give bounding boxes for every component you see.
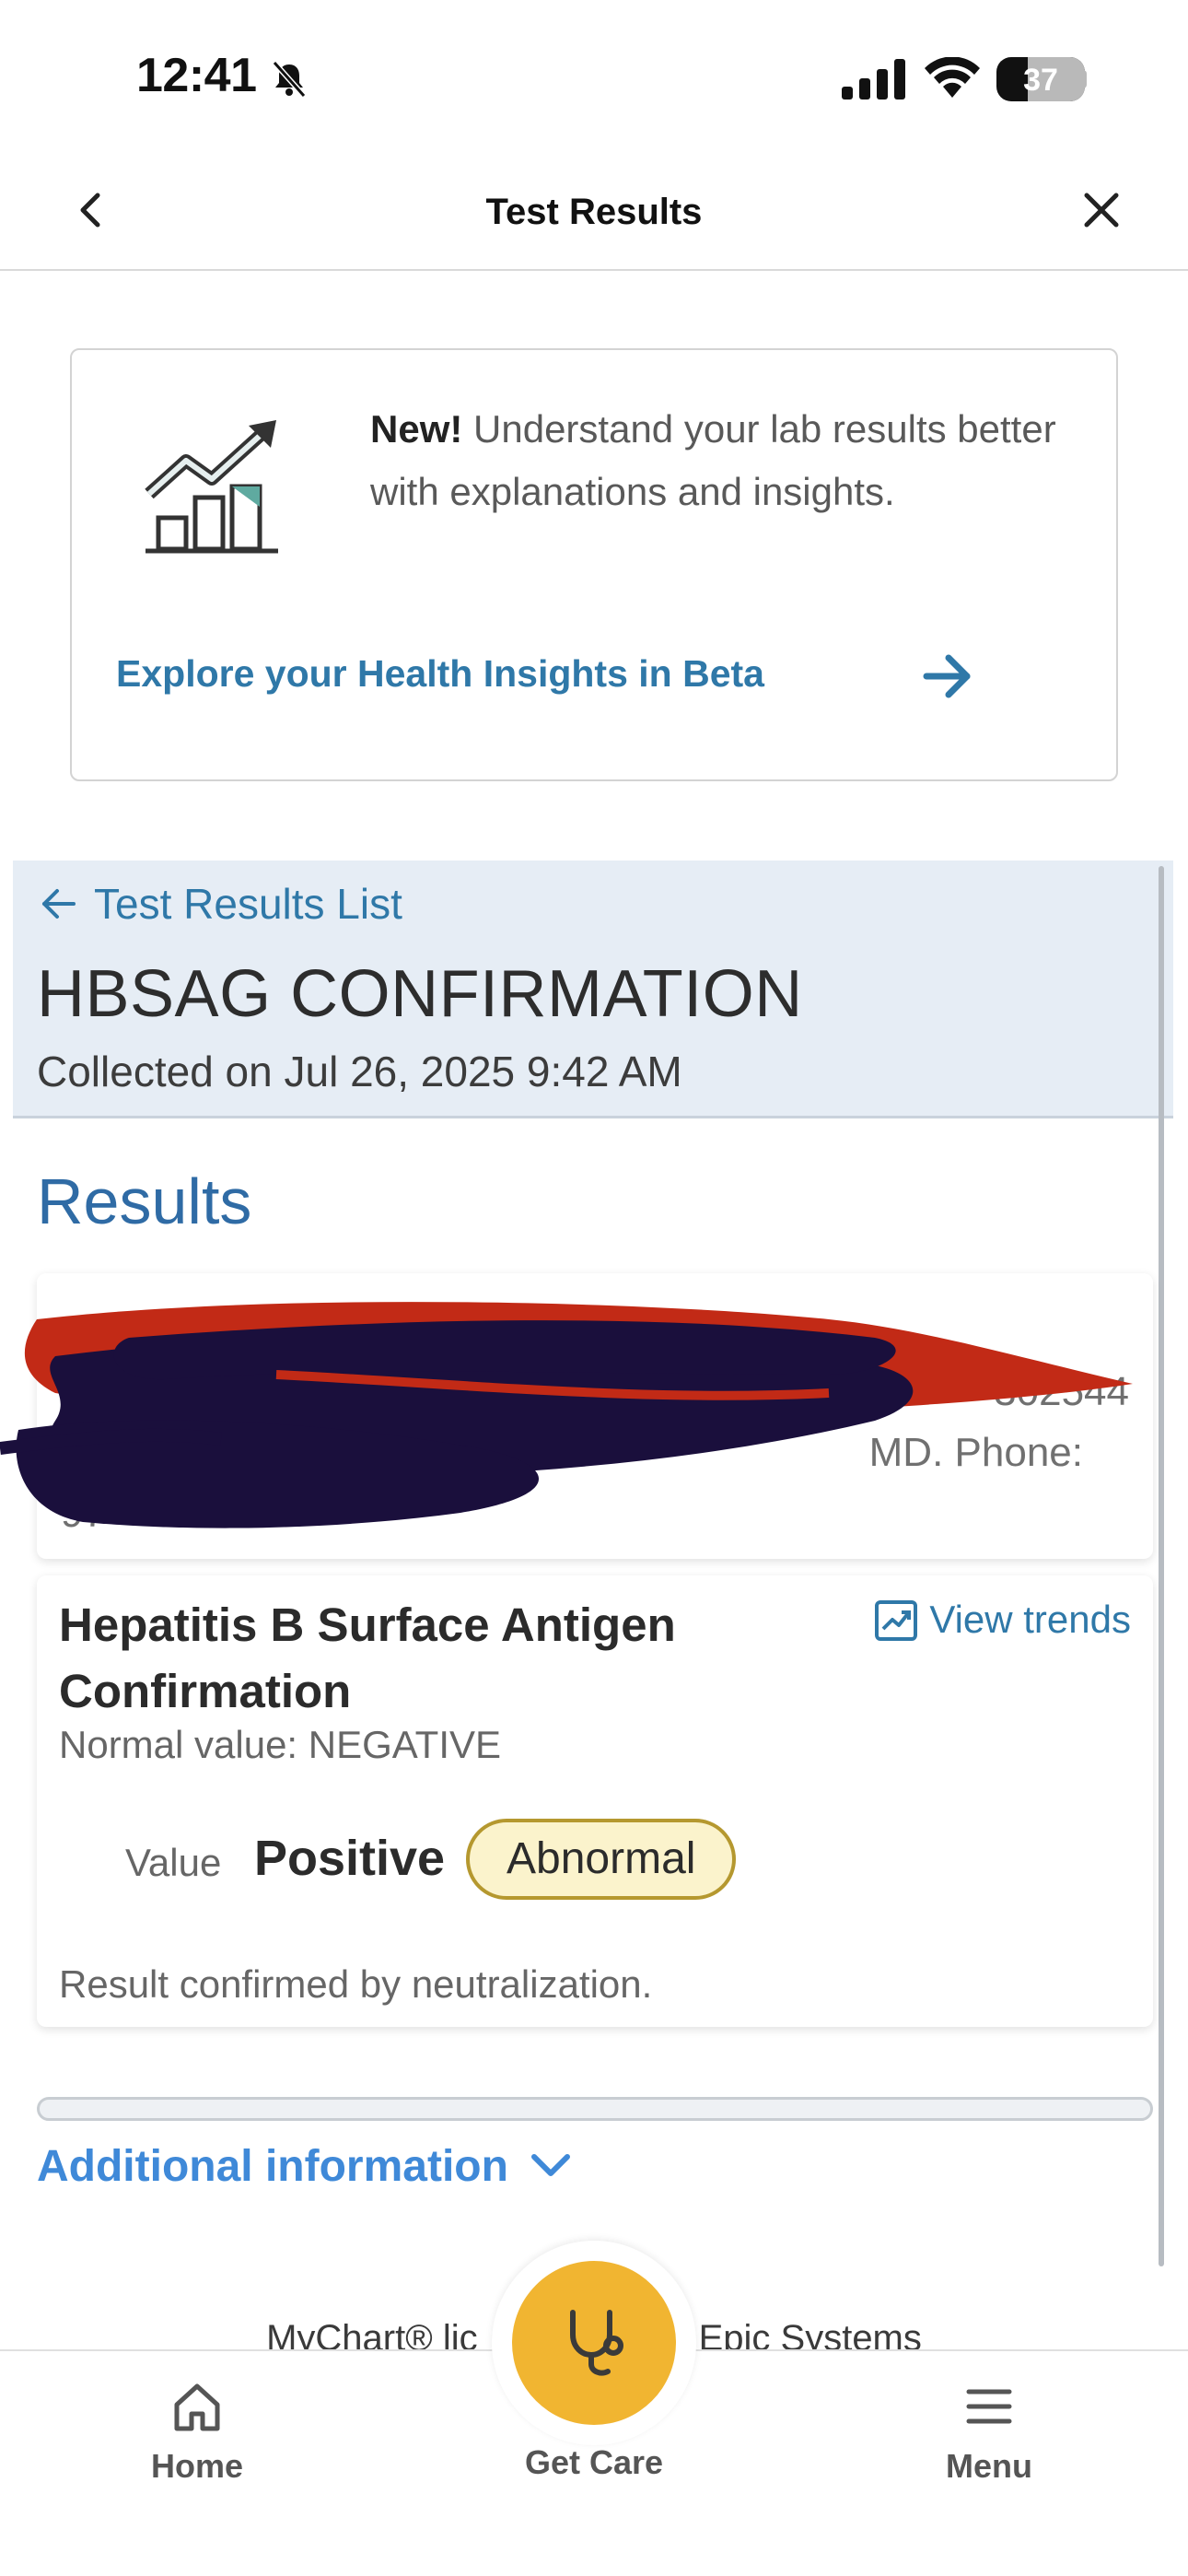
result-component-card: Hepatitis B Surface Antigen Confirmation… [37, 1575, 1153, 2027]
new-label: New! [370, 407, 463, 451]
test-title: HBSAG CONFIRMATION [37, 957, 803, 1031]
bell-muted-icon [272, 61, 307, 98]
tab-get-care-label: Get Care [524, 2443, 664, 2481]
battery-icon: 37 [996, 57, 1085, 101]
insight-description: New! Understand your lab results better … [370, 398, 1070, 523]
insight-text: Understand your lab results better with … [370, 407, 1056, 513]
normal-value: Normal value: NEGATIVE [59, 1723, 502, 1766]
tab-home[interactable]: Home [77, 2379, 317, 2486]
result-value: Positive [254, 1831, 446, 1886]
battery-level: 37 [1023, 63, 1058, 98]
tab-menu-label: Menu [946, 2447, 1032, 2485]
arrow-left-icon [42, 889, 76, 919]
lab-fragment-phone: MD. Phone: [868, 1430, 1083, 1475]
stethoscope-icon [570, 2310, 623, 2376]
home-icon [174, 2383, 220, 2431]
chevron-down-icon [530, 2154, 570, 2176]
status-time: 12:41 [136, 49, 257, 102]
arrow-right-icon[interactable] [921, 650, 976, 702]
performing-lab-text: 302544 MD. Phone: 97 [61, 1301, 1129, 1544]
status-bar: 12:41 37 [0, 0, 1188, 157]
section-divider [37, 2097, 1153, 2121]
test-results-list-link[interactable]: Test Results List [39, 879, 402, 929]
tab-get-care-label-wrap[interactable]: Get Care [474, 2443, 714, 2482]
lab-fragment-zip: 302544 [994, 1369, 1129, 1414]
trend-chart-icon [875, 1600, 918, 1641]
collected-date: Collected on Jul 26, 2025 9:42 AM [37, 1048, 682, 1095]
back-link-label: Test Results List [94, 880, 402, 928]
abnormal-badge: Abnormal [466, 1819, 737, 1900]
tab-menu[interactable]: Menu [869, 2379, 1109, 2486]
view-trends-link[interactable]: View trends [874, 1598, 1131, 1642]
page-title: Test Results [485, 192, 703, 232]
wifi-icon [925, 57, 980, 98]
trending-chart-icon [145, 420, 278, 554]
close-icon[interactable] [1074, 182, 1129, 238]
lab-fragment-number: 97 [61, 1491, 106, 1536]
result-header: Test Results List HBSAG CONFIRMATION Col… [13, 861, 1173, 1118]
explore-insights-link[interactable]: Explore your Health Insights in Beta [116, 652, 764, 696]
performing-lab-card: 302544 MD. Phone: 97 [0, 1273, 1153, 1559]
additional-information-toggle[interactable]: Additional information [37, 2141, 573, 2192]
get-care-button[interactable] [512, 2261, 676, 2425]
additional-information-label: Additional information [37, 2142, 508, 2191]
result-comment: Result confirmed by neutralization. [59, 1962, 653, 2006]
hamburger-menu-icon [966, 2389, 1012, 2424]
nav-header: Test Results [0, 157, 1188, 271]
health-insights-card: New! Understand your lab results better … [70, 348, 1118, 781]
value-label: Value [125, 1841, 222, 1884]
scrollbar[interactable] [1159, 866, 1164, 2266]
cellular-signal-icon [842, 59, 905, 100]
tab-home-label: Home [150, 2447, 244, 2485]
view-trends-label: View trends [929, 1598, 1131, 1641]
results-heading: Results [37, 1165, 252, 1237]
component-name: Hepatitis B Surface Antigen Confirmation [59, 1598, 676, 1717]
